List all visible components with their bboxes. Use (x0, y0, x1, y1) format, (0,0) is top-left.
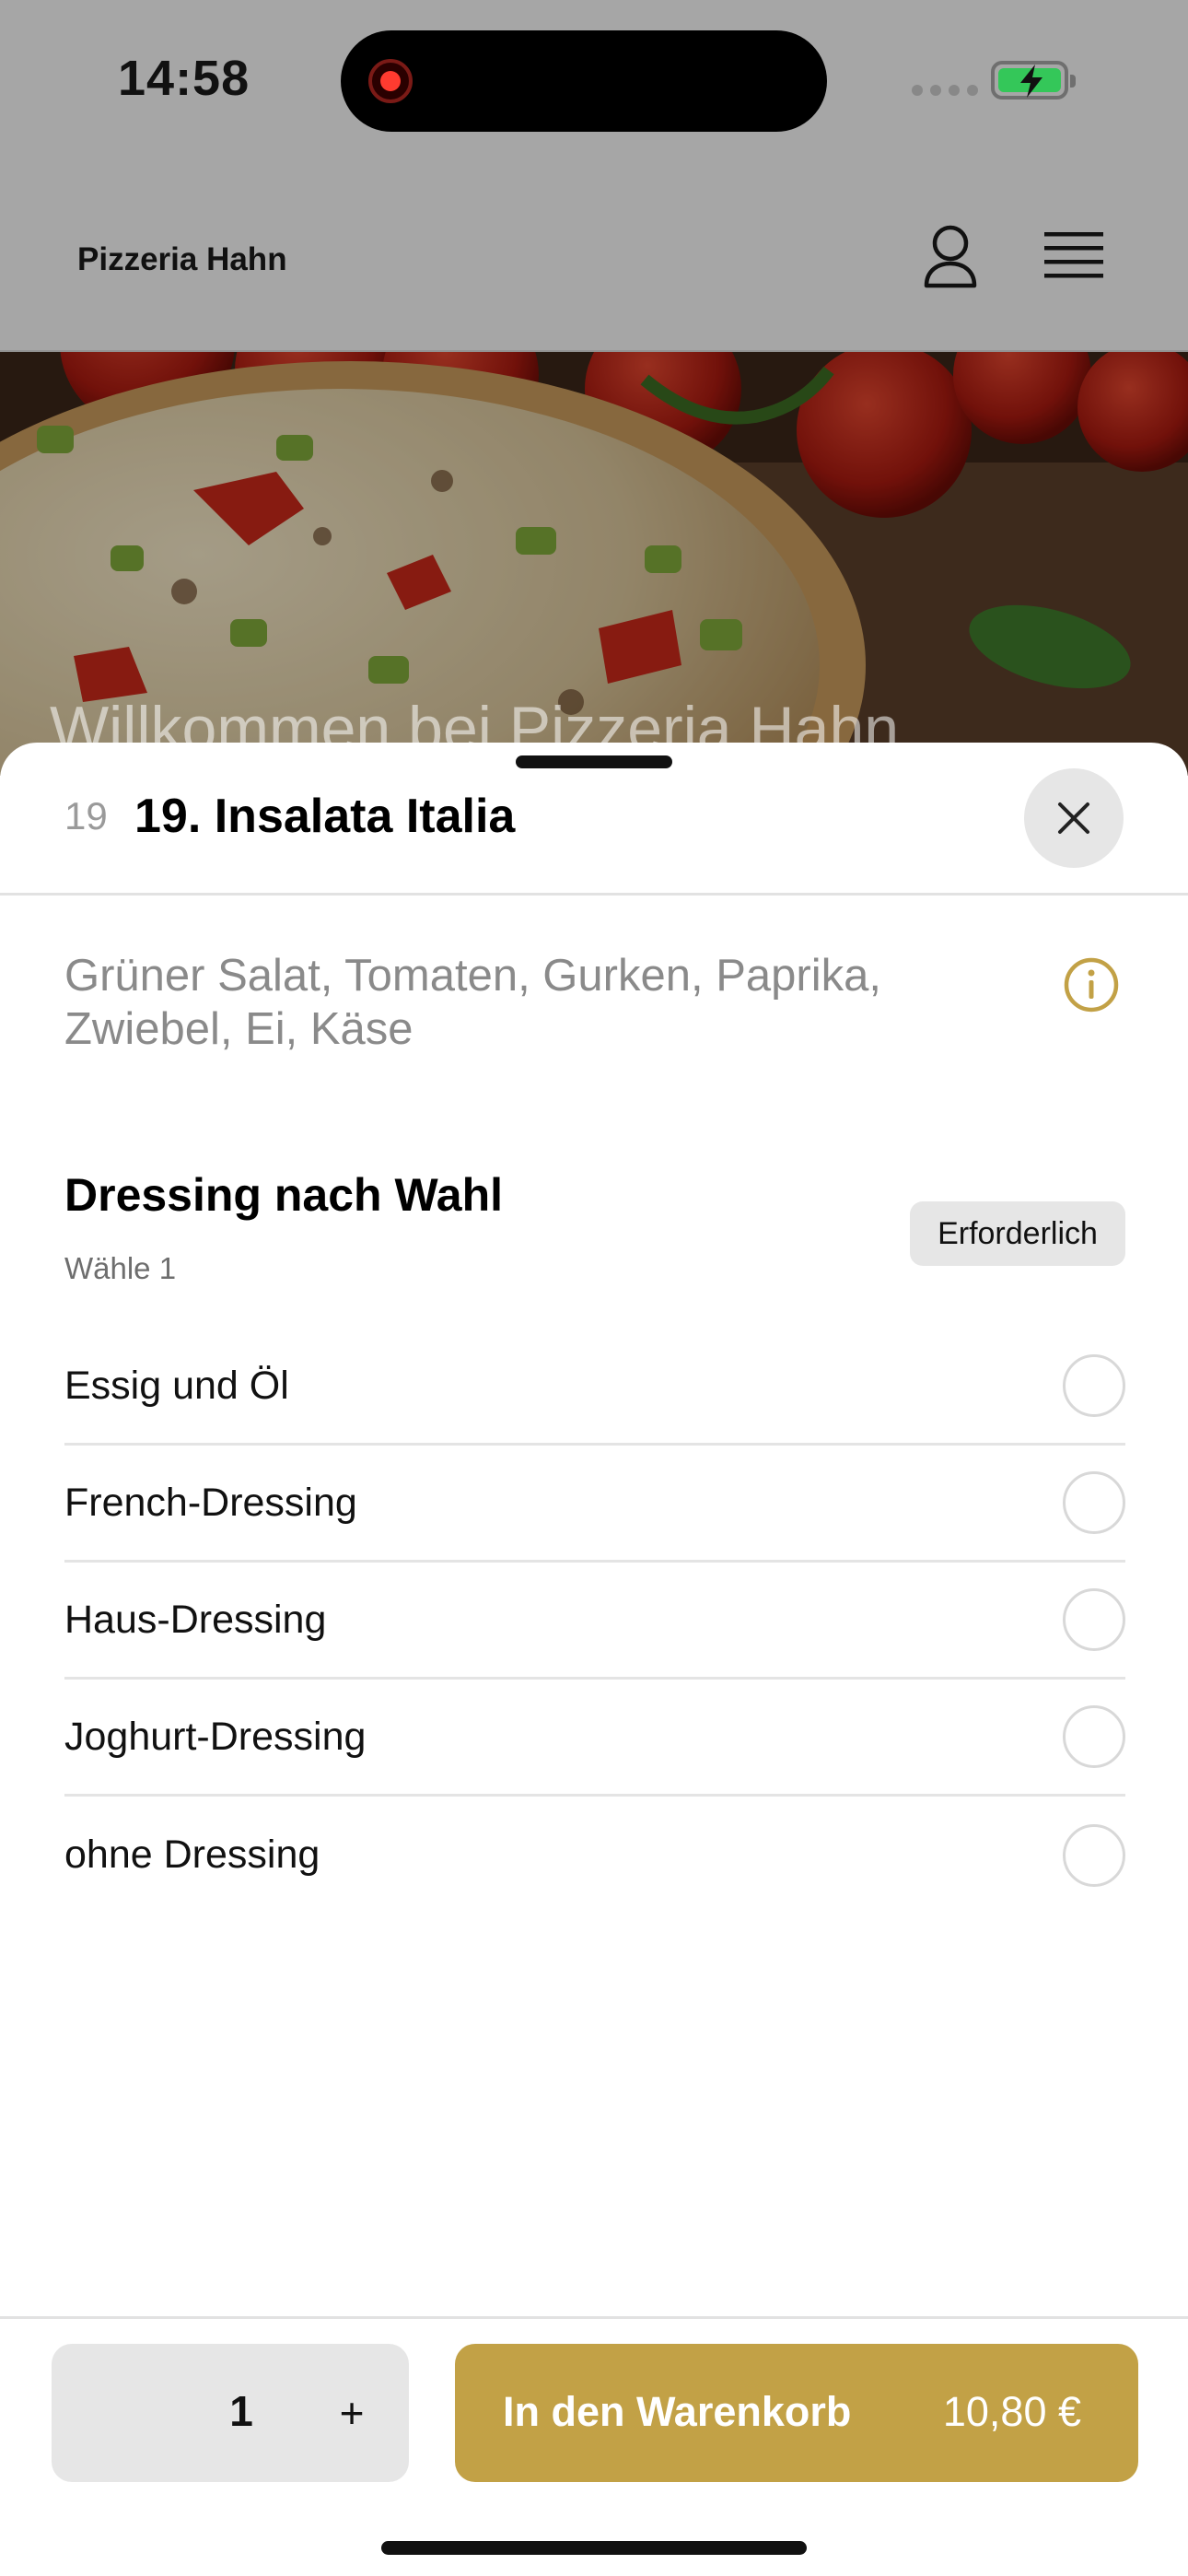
options-group-subtitle: Wähle 1 (64, 1251, 177, 1285)
quantity-value: 1 (229, 2387, 253, 2435)
footer-divider (0, 2316, 1188, 2319)
item-number: 19 (64, 794, 108, 837)
charging-bolt-icon (1020, 64, 1042, 98)
option-label: French-Dressing (64, 1480, 357, 1525)
add-to-cart-label: In den Warenkorb (503, 2388, 852, 2435)
close-button[interactable] (1024, 768, 1124, 868)
user-icon[interactable] (921, 223, 980, 289)
battery-icon (991, 61, 1076, 100)
home-indicator[interactable] (381, 2541, 807, 2555)
option-label: Joghurt-Dressing (64, 1714, 367, 1759)
quantity-increment-button[interactable]: + (324, 2381, 379, 2445)
add-to-cart-button[interactable]: In den Warenkorb 10,80 € (455, 2344, 1138, 2482)
sheet-grabber-handle[interactable] (516, 755, 672, 768)
option-row-joghurt-dressing[interactable]: Joghurt-Dressing (64, 1680, 1125, 1797)
radio-button[interactable] (1063, 1705, 1125, 1768)
radio-button[interactable] (1063, 1588, 1125, 1651)
radio-button[interactable] (1063, 1823, 1125, 1887)
quantity-stepper: 1 + (52, 2344, 409, 2482)
required-badge: Erforderlich (910, 1201, 1125, 1266)
info-icon[interactable] (1063, 956, 1120, 1013)
option-row-haus-dressing[interactable]: Haus-Dressing (64, 1563, 1125, 1680)
radio-button[interactable] (1063, 1354, 1125, 1417)
dynamic-island (341, 30, 827, 132)
hero-banner: Willkommen bei Pizzeria Hahn (0, 352, 1188, 776)
options-group-title: Dressing nach Wahl (64, 1169, 504, 1221)
item-detail-sheet: 19 19. Insalata Italia Grüner Salat, Tom… (0, 743, 1188, 2576)
status-time: 14:58 (118, 51, 250, 106)
cart-price: 10,80 € (942, 2388, 1081, 2435)
option-row-french-dressing[interactable]: French-Dressing (64, 1446, 1125, 1563)
item-title: 19. Insalata Italia (134, 790, 516, 843)
recording-indicator-icon (368, 59, 413, 103)
divider (0, 893, 1188, 896)
option-label: Haus-Dressing (64, 1597, 327, 1642)
option-label: Essig und Öl (64, 1363, 289, 1408)
radio-button[interactable] (1063, 1471, 1125, 1534)
app-header: Pizzeria Hahn (0, 166, 1188, 352)
close-icon (1058, 802, 1089, 834)
option-row-essig-und-oel[interactable]: Essig und Öl (64, 1329, 1125, 1446)
dressing-options-list: Essig und Öl French-Dressing Haus-Dressi… (64, 1329, 1125, 1914)
item-description: Grüner Salat, Tomaten, Gurken, Paprika, … (64, 951, 881, 1054)
brand-name[interactable]: Pizzeria Hahn (77, 241, 287, 278)
signal-icon (912, 85, 978, 96)
status-bar: 14:58 (0, 0, 1188, 166)
menu-icon[interactable] (1044, 230, 1103, 284)
option-row-ohne-dressing[interactable]: ohne Dressing (64, 1797, 1125, 1914)
option-label: ohne Dressing (64, 1832, 320, 1877)
